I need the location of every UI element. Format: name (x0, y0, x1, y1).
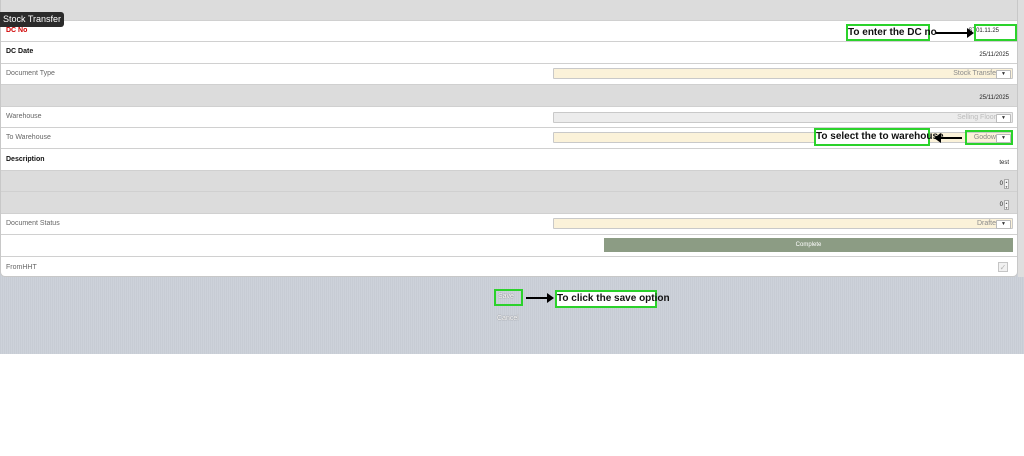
document-type-value: Stock Transfe (953, 70, 996, 77)
description-row: Description test (1, 149, 1017, 171)
warehouse-row: Warehouse Selling Floor ▼ (1, 107, 1017, 128)
qty-row-2: 0 ▲ ▼ (1, 192, 1017, 214)
qty-row-1: 0 ▲ ▼ (1, 171, 1017, 192)
warehouse-value: Selling Floor (957, 114, 996, 121)
save-highlight (494, 289, 523, 306)
qty-value-2: 0 (999, 202, 1003, 208)
document-type-select[interactable]: Stock Transfe ▼ (553, 68, 1013, 79)
to-warehouse-highlight (965, 130, 1013, 145)
chevron-down-icon[interactable]: ▼ (996, 70, 1011, 79)
to-warehouse-label: To Warehouse (6, 134, 51, 141)
from-hht-row: FromHHT (1, 257, 1017, 276)
complete-button[interactable]: Complete (604, 238, 1013, 252)
dc-date-label: DC Date (6, 48, 34, 55)
from-hht-checkbox[interactable]: ✓ (998, 262, 1008, 272)
header-row (1, 0, 1017, 21)
chevron-down-icon: ▼ (996, 114, 1011, 123)
arrow-icon (934, 133, 962, 143)
scrollbar[interactable] (1018, 0, 1024, 277)
spinner-arrows-icon[interactable]: ▲ ▼ (1004, 179, 1009, 189)
chevron-down-icon[interactable]: ▼ (996, 220, 1011, 229)
date-value: 25/11/2025 (979, 95, 1009, 101)
arrow-icon (936, 28, 974, 38)
document-type-label: Document Type (6, 70, 55, 77)
checkmark-icon: ✓ (999, 263, 1007, 272)
description-field[interactable]: test (999, 160, 1009, 166)
window-title: Stock Transfer (0, 12, 65, 27)
date-row: 25/11/2025 (1, 85, 1017, 107)
warehouse-select: Selling Floor ▼ (553, 112, 1013, 123)
document-status-label: Document Status (6, 220, 60, 227)
arrow-icon (526, 293, 554, 303)
cancel-button[interactable]: Cancel (497, 315, 519, 322)
spinner-arrows-icon[interactable]: ▲ ▼ (1004, 200, 1009, 210)
document-status-value: Drafte (976, 220, 996, 227)
warehouse-label: Warehouse (6, 113, 42, 120)
dc-no-highlight (974, 24, 1017, 41)
dc-date-row: DC Date 25/11/2025 (1, 42, 1017, 64)
dc-date-field[interactable]: 25/11/2025 (979, 52, 1009, 58)
qty-value-1: 0 (999, 181, 1003, 187)
dc-no-label: DC No (6, 27, 28, 34)
document-status-row: Document Status Drafte ▼ (1, 214, 1017, 235)
from-hht-label: FromHHT (6, 264, 37, 271)
to-warehouse-annotation: To select the to warehouse (814, 128, 944, 146)
document-type-row: Document Type Stock Transfe ▼ (1, 64, 1017, 85)
save-annotation: To click the save option (555, 290, 670, 308)
document-status-select[interactable]: Drafte ▼ (553, 218, 1013, 229)
dc-no-annotation: To enter the DC no (846, 24, 937, 41)
description-label: Description (6, 156, 45, 163)
